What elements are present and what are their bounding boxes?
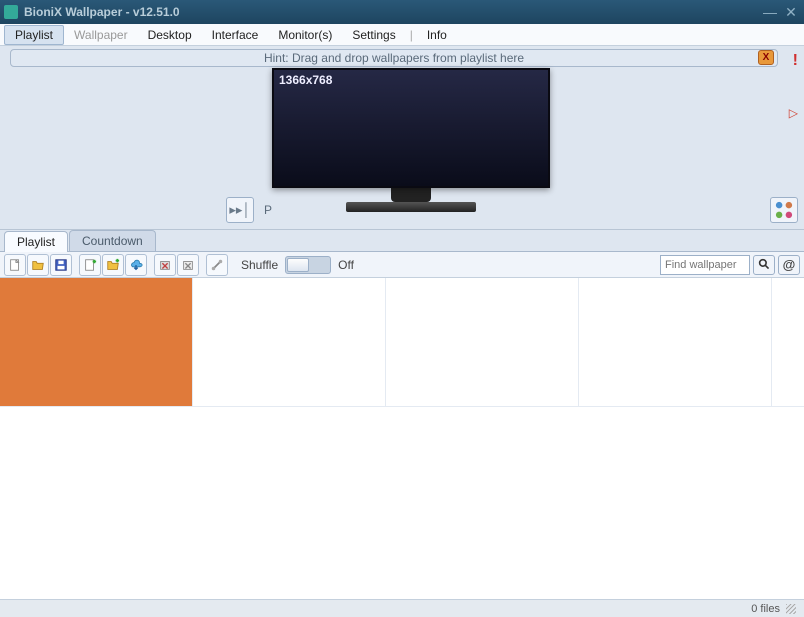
- add-file-button[interactable]: [79, 254, 101, 276]
- statusbar: 0 files: [0, 599, 804, 617]
- play-icon[interactable]: ▷: [789, 106, 798, 120]
- search-input[interactable]: [660, 255, 750, 275]
- shuffle-toggle[interactable]: [285, 256, 331, 274]
- monitor-neck: [391, 188, 431, 202]
- tools-button[interactable]: [206, 254, 228, 276]
- open-button[interactable]: [27, 254, 49, 276]
- menu-info[interactable]: Info: [417, 26, 457, 44]
- monitor-preview[interactable]: 1366x768: [272, 68, 550, 212]
- hint-bar: Hint: Drag and drop wallpapers from play…: [10, 49, 778, 67]
- download-button[interactable]: [125, 254, 147, 276]
- search-button[interactable]: [753, 255, 775, 275]
- toolbar: Shuffle Off @: [0, 252, 804, 278]
- thumbnail-item[interactable]: [0, 278, 193, 406]
- preview-area: Hint: Drag and drop wallpapers from play…: [0, 46, 804, 230]
- thumbnail-empty: [193, 278, 386, 406]
- save-button[interactable]: [50, 254, 72, 276]
- menu-playlist[interactable]: Playlist: [4, 25, 64, 45]
- shuffle-state: Off: [338, 258, 354, 272]
- thumbnail-empty: [579, 278, 772, 406]
- minimize-button[interactable]: —: [761, 4, 779, 20]
- titlebar: BioniX Wallpaper - v12.51.0 — ✕: [0, 0, 804, 24]
- file-count: 0 files: [751, 603, 780, 615]
- hint-close-button[interactable]: X: [758, 50, 774, 65]
- menubar: Playlist Wallpaper Desktop Interface Mon…: [0, 24, 804, 46]
- remove-all-button[interactable]: [177, 254, 199, 276]
- add-folder-button[interactable]: [102, 254, 124, 276]
- menu-separator: |: [406, 28, 417, 42]
- shuffle-label: Shuffle: [241, 258, 278, 272]
- monitor-screen: 1366x768: [272, 68, 550, 188]
- menu-wallpaper[interactable]: Wallpaper: [64, 26, 138, 44]
- app-icon: [4, 5, 18, 19]
- menu-settings[interactable]: Settings: [342, 26, 405, 44]
- window-title: BioniX Wallpaper - v12.51.0: [24, 5, 180, 19]
- menu-desktop[interactable]: Desktop: [138, 26, 202, 44]
- at-button[interactable]: @: [778, 255, 800, 275]
- thumbnail-empty: [386, 278, 579, 406]
- next-button[interactable]: ▸▸│: [226, 197, 254, 223]
- menu-interface[interactable]: Interface: [202, 26, 269, 44]
- preview-settings-button[interactable]: [770, 197, 798, 223]
- p-label: P: [264, 203, 272, 217]
- tab-playlist[interactable]: Playlist: [4, 231, 68, 252]
- thumbnail-grid: [0, 278, 804, 599]
- resolution-label: 1366x768: [279, 73, 332, 87]
- close-button[interactable]: ✕: [782, 4, 800, 20]
- preview-controls: ▸▸│ P: [226, 197, 272, 223]
- monitor-base: [346, 202, 476, 212]
- tabstrip: Playlist Countdown: [0, 230, 804, 252]
- remove-button[interactable]: [154, 254, 176, 276]
- new-button[interactable]: [4, 254, 26, 276]
- alert-icon[interactable]: !: [793, 52, 798, 70]
- tab-countdown[interactable]: Countdown: [69, 230, 156, 251]
- menu-monitors[interactable]: Monitor(s): [268, 26, 342, 44]
- resize-grip[interactable]: [786, 604, 796, 614]
